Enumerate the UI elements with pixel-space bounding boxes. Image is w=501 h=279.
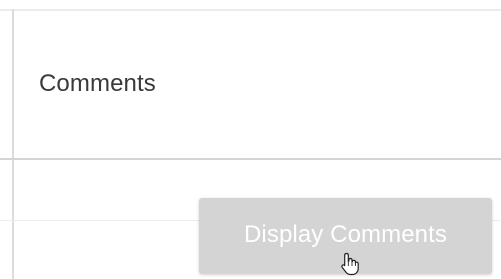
comments-panel: Comments Display Comments <box>0 0 501 279</box>
hand-pointer-icon <box>341 252 359 276</box>
display-comments-button-label: Display Comments <box>244 221 447 248</box>
comments-section-title: Comments <box>39 70 156 97</box>
section-divider <box>0 158 501 160</box>
left-border <box>12 9 14 279</box>
top-divider <box>0 9 501 11</box>
